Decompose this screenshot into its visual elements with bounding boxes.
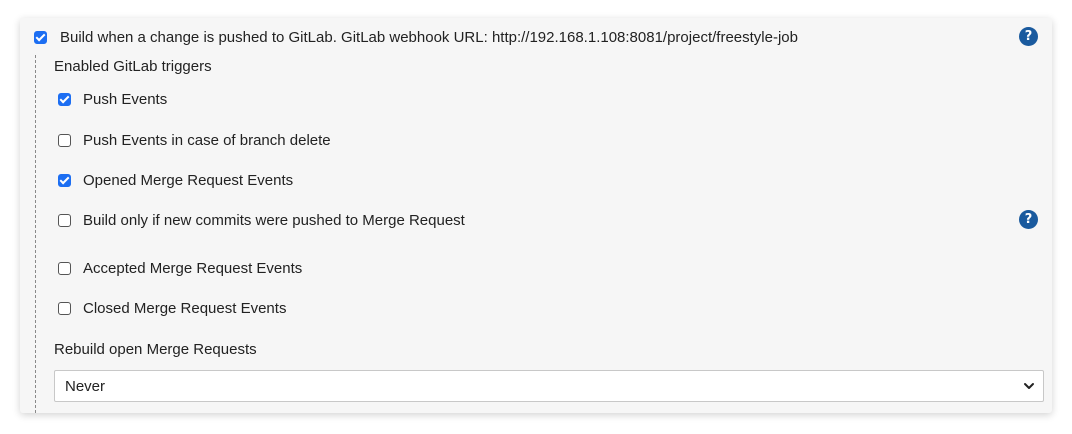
rebuild-open-mr-title: Rebuild open Merge Requests (54, 341, 257, 358)
trigger-closed-mr-label: Closed Merge Request Events (83, 299, 287, 317)
trigger-accepted-mr-checkbox[interactable] (58, 261, 71, 275)
trigger-closed-mr-row[interactable]: Closed Merge Request Events (58, 298, 286, 318)
trigger-new-commits-only-checkbox[interactable] (58, 213, 71, 227)
chevron-down-icon (1024, 383, 1034, 389)
rebuild-open-mr-select[interactable]: Never (54, 370, 1044, 402)
gitlab-push-trigger-checkbox[interactable] (34, 30, 47, 44)
trigger-branch-delete-checkbox[interactable] (58, 133, 71, 147)
trigger-opened-mr-checkbox[interactable] (58, 173, 71, 187)
rebuild-open-mr-selected-value: Never (65, 377, 106, 395)
gitlab-push-trigger-row[interactable]: Build when a change is pushed to GitLab.… (34, 27, 798, 47)
trigger-push-events-label: Push Events (83, 90, 168, 108)
trigger-accepted-mr-label: Accepted Merge Request Events (83, 259, 303, 277)
trigger-opened-mr-row[interactable]: Opened Merge Request Events (58, 170, 293, 190)
trigger-opened-mr-label: Opened Merge Request Events (83, 171, 294, 189)
trigger-new-commits-only-row[interactable]: Build only if new commits were pushed to… (58, 210, 465, 230)
nested-section-divider (35, 55, 36, 413)
gitlab-trigger-panel: Build when a change is pushed to GitLab.… (20, 18, 1052, 413)
trigger-push-events-checkbox[interactable] (58, 92, 71, 106)
question-circle-icon[interactable]: ? (1019, 210, 1038, 229)
trigger-push-events-row[interactable]: Push Events (58, 89, 167, 109)
trigger-branch-delete-label: Push Events in case of branch delete (83, 131, 331, 149)
trigger-closed-mr-checkbox[interactable] (58, 301, 71, 315)
question-circle-icon[interactable]: ? (1019, 27, 1038, 46)
trigger-new-commits-only-label: Build only if new commits were pushed to… (83, 211, 465, 229)
enabled-triggers-title: Enabled GitLab triggers (54, 58, 212, 75)
trigger-branch-delete-row[interactable]: Push Events in case of branch delete (58, 130, 331, 150)
trigger-accepted-mr-row[interactable]: Accepted Merge Request Events (58, 258, 302, 278)
gitlab-push-trigger-label: Build when a change is pushed to GitLab.… (60, 28, 798, 46)
